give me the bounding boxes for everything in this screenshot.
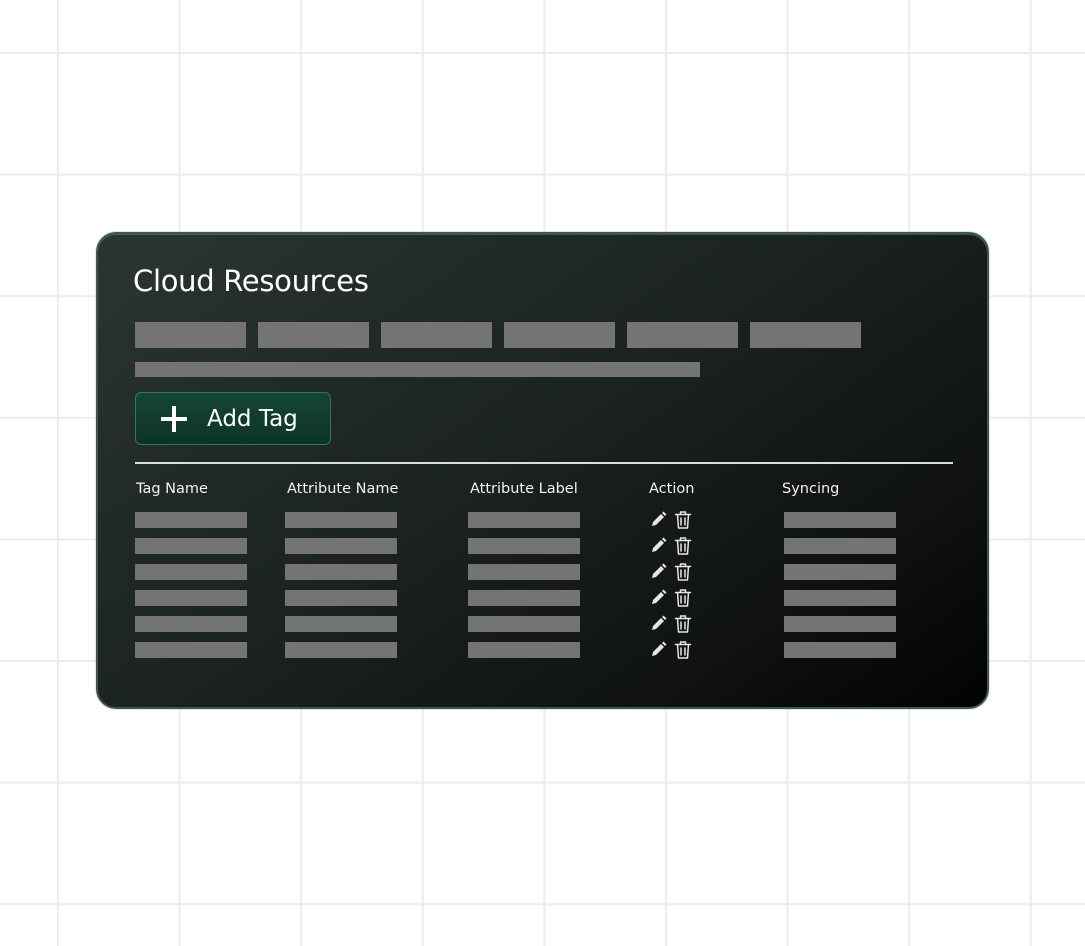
syncing-placeholder: [784, 564, 896, 580]
attribute-name-placeholder: [285, 512, 397, 528]
trash-icon[interactable]: [674, 640, 692, 660]
attribute-name-placeholder: [285, 642, 397, 658]
attribute-name-placeholder: [285, 538, 397, 554]
column-header-action: Action: [649, 481, 695, 497]
attribute-label-placeholder: [468, 512, 580, 528]
tag-name-placeholder: [135, 590, 247, 606]
tag-name-placeholder: [135, 642, 247, 658]
column-header-attribute-label: Attribute Label: [470, 481, 578, 497]
plus-icon: [161, 405, 187, 432]
pencil-icon[interactable]: [650, 614, 668, 634]
attribute-label-placeholder: [468, 616, 580, 632]
pencil-icon[interactable]: [650, 588, 668, 608]
column-header-attribute-name: Attribute Name: [287, 481, 399, 497]
trash-icon[interactable]: [674, 562, 692, 582]
column-header-syncing: Syncing: [782, 481, 840, 497]
tag-name-placeholder: [135, 616, 247, 632]
table-row: [98, 588, 987, 608]
column-header-tag-name: Tag Name: [136, 481, 208, 497]
trash-icon[interactable]: [674, 614, 692, 634]
pencil-icon[interactable]: [650, 562, 668, 582]
attribute-label-placeholder: [468, 564, 580, 580]
tag-name-placeholder: [135, 512, 247, 528]
attribute-name-placeholder: [285, 616, 397, 632]
tab-placeholder[interactable]: [381, 322, 492, 348]
pencil-icon[interactable]: [650, 510, 668, 530]
table-row: [98, 536, 987, 556]
table-row: [98, 614, 987, 634]
pencil-icon[interactable]: [650, 640, 668, 660]
cloud-resources-card: Cloud Resources Add Tag Tag Name Attribu…: [96, 232, 989, 709]
syncing-placeholder: [784, 616, 896, 632]
add-tag-button[interactable]: Add Tag: [135, 392, 331, 445]
attribute-name-placeholder: [285, 564, 397, 580]
syncing-placeholder: [784, 642, 896, 658]
trash-icon[interactable]: [674, 536, 692, 556]
table-row: [98, 510, 987, 530]
trash-icon[interactable]: [674, 588, 692, 608]
tab-placeholder[interactable]: [135, 322, 246, 348]
table-row: [98, 640, 987, 660]
description-placeholder: [135, 362, 700, 377]
attribute-label-placeholder: [468, 538, 580, 554]
tab-placeholder[interactable]: [627, 322, 738, 348]
syncing-placeholder: [784, 538, 896, 554]
tab-placeholder[interactable]: [750, 322, 861, 348]
attribute-label-placeholder: [468, 590, 580, 606]
add-tag-label: Add Tag: [207, 405, 298, 432]
tab-placeholder[interactable]: [258, 322, 369, 348]
syncing-placeholder: [784, 590, 896, 606]
syncing-placeholder: [784, 512, 896, 528]
table-divider: [135, 462, 953, 464]
tab-placeholder[interactable]: [504, 322, 615, 348]
tag-name-placeholder: [135, 564, 247, 580]
attribute-label-placeholder: [468, 642, 580, 658]
pencil-icon[interactable]: [650, 536, 668, 556]
attribute-name-placeholder: [285, 590, 397, 606]
trash-icon[interactable]: [674, 510, 692, 530]
card-title: Cloud Resources: [133, 264, 369, 298]
table-row: [98, 562, 987, 582]
tag-name-placeholder: [135, 538, 247, 554]
